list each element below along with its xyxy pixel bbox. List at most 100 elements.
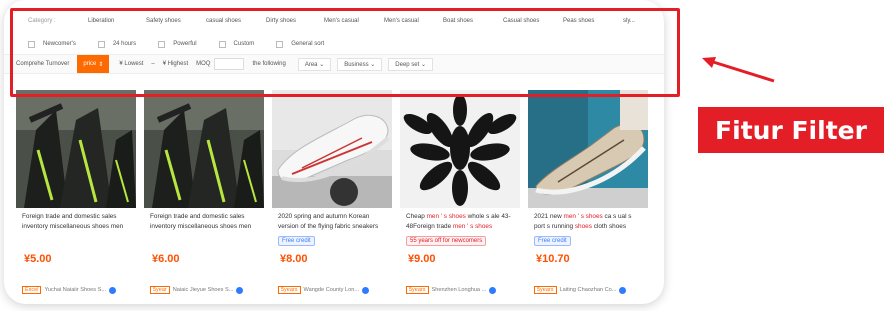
sort-price-label: price [83,61,97,67]
deep-set-dropdown[interactable]: Deep set ⌄ [388,57,433,71]
category-more[interactable]: sly... [623,18,635,24]
checkbox-square [218,40,226,48]
category-mens-casual-2[interactable]: Men's casual [384,18,443,24]
area-label: Area [304,61,318,68]
category-filter-row: Category : Liberation Safety shoes casua… [4,12,664,30]
price-lowest-field[interactable]: ¥ Lowest [119,61,143,67]
product-image[interactable] [528,90,648,208]
seller-name: Naiaic Jieyue Shoes S... [172,287,234,293]
chevron-down-icon: ⌄ [319,61,325,68]
product-title[interactable]: Cheap men ' s shoes whole s ale 43-48For… [406,212,516,232]
sort-row: Comprehe Turnover price ⇕ ¥ Lowest – ¥ Hi… [4,54,664,74]
product-price: ¥6.00 [152,253,180,265]
product-image[interactable] [272,90,392,208]
category-label: Category : [28,18,56,24]
seller-years-badge: 5years [534,286,557,294]
category-dirty-shoes[interactable]: Dirty shoes [266,18,324,24]
verified-icon [109,286,117,294]
title-part: 2021 new [534,213,564,220]
seller-info[interactable]: 5years Shenzhen Longhua ... [406,284,520,296]
price-highest-field[interactable]: ¥ Highest [163,61,188,67]
sort-arrow-icon: ⇕ [98,61,104,68]
seller-years-badge: Excel [22,286,42,294]
moq-following-label: the following [252,61,286,67]
title-part: cloth shoes [591,223,627,230]
category-liberation[interactable]: Liberation [88,18,146,24]
checkbox-square [28,40,35,48]
product-image[interactable] [144,90,264,208]
custom-checkbox[interactable]: Custom [218,40,255,48]
product-card[interactable]: 2021 new men ' s shoes ca s ual s port s… [528,90,648,302]
powerful-checkbox[interactable]: Powerful [158,40,197,48]
pointer-arrow-icon [702,57,775,83]
category-casual-shoes[interactable]: casual shoes [206,18,266,24]
product-title[interactable]: Foreign trade and domestic sales invento… [150,212,260,232]
business-label: Business [344,61,369,68]
price-range-dash: – [151,61,155,67]
checkbox-square [276,40,284,48]
category-safety-shoes[interactable]: Safety shoes [146,18,206,24]
product-image[interactable] [16,90,136,208]
title-keyword: men ' s shoes [426,213,466,220]
screenshot-stage: Category : Liberation Safety shoes casua… [0,0,890,311]
product-card[interactable]: 2020 spring and autumn Korean version of… [272,90,392,302]
verified-icon [489,286,497,294]
category-peas-shoes[interactable]: Peas shoes [563,18,623,24]
search-results-panel: Category : Liberation Safety shoes casua… [4,0,664,304]
seller-years-badge: 5years [406,286,429,294]
product-title[interactable]: 2021 new men ' s shoes ca s ual s port s… [534,212,644,232]
checkbox-filter-row: Newcomer's 24 hours Powerful Custom Gene… [4,35,664,53]
verified-icon [619,286,627,294]
seller-name: Wangde County Lon... [303,287,359,293]
newcomers-checkbox[interactable]: Newcomer's [28,40,76,48]
promo-tag: Free credit [534,236,571,246]
seller-info[interactable]: 5years Laiting Chaozhan Co... [534,284,648,296]
seller-info[interactable]: 5years Wangde County Lon... [278,284,392,296]
category-casual-shoes-2[interactable]: Casual shoes [503,18,563,24]
seller-info[interactable]: 5year Naiaic Jieyue Shoes S... [150,284,264,296]
product-price: ¥5.00 [24,253,52,265]
category-boat-shoes[interactable]: Boat shoes [443,18,503,24]
product-title[interactable]: 2020 spring and autumn Korean version of… [278,212,388,232]
sort-price-button[interactable]: price ⇕ [77,55,110,73]
chevron-down-icon: ⌄ [420,61,426,68]
product-price: ¥10.70 [536,253,570,265]
seller-years-badge: 5year [150,286,170,294]
sort-comprehensive[interactable]: Comprehe Turnover [16,61,69,67]
moq-input[interactable] [214,58,245,70]
title-keyword: shoes [574,223,592,230]
category-mens-casual[interactable]: Men's casual [324,18,384,24]
verified-icon [361,286,369,294]
product-title[interactable]: Foreign trade and domestic sales invento… [22,212,132,232]
product-card[interactable]: Cheap men ' s shoes whole s ale 43-48For… [400,90,520,302]
checkbox-square [97,40,105,48]
checkbox-label: Newcomer's [43,41,76,47]
seller-info[interactable]: Excel Yuchai Naiaiir Shoes S... [22,284,136,296]
business-dropdown[interactable]: Business ⌄ [337,57,383,71]
product-card[interactable]: Foreign trade and domestic sales invento… [144,90,264,302]
product-card[interactable]: Foreign trade and domestic sales invento… [16,90,136,302]
title-keyword: men ' s shoes [563,213,603,220]
promo-tag: Free credit [278,236,315,246]
title-part: Cheap [406,213,427,220]
moq-filter[interactable]: MOQ [196,58,245,70]
chevron-down-icon: ⌄ [370,61,376,68]
product-image[interactable] [400,90,520,208]
24-hours-checkbox[interactable]: 24 hours [97,40,137,48]
checkbox-label: 24 hours [112,41,137,47]
general-sort-checkbox[interactable]: General sort [276,40,325,48]
checkbox-label: Custom [233,41,255,47]
seller-name: Yuchai Naiaiir Shoes S... [44,287,107,293]
verified-icon [236,286,244,294]
product-price: ¥8.00 [280,253,308,265]
seller-name: Laiting Chaozhan Co... [559,287,617,293]
title-keyword: men ' s shoes [452,223,493,230]
promo-tag: 55 years off for newcomers [406,236,487,246]
checkbox-label: General sort [291,41,325,47]
moq-label: MOQ [196,61,211,67]
checkbox-label: Powerful [173,41,197,47]
checkbox-square [158,40,166,48]
seller-name: Shenzhen Longhua ... [431,287,487,293]
deep-set-label: Deep set [395,61,420,68]
area-dropdown[interactable]: Area ⌄ [297,57,332,71]
